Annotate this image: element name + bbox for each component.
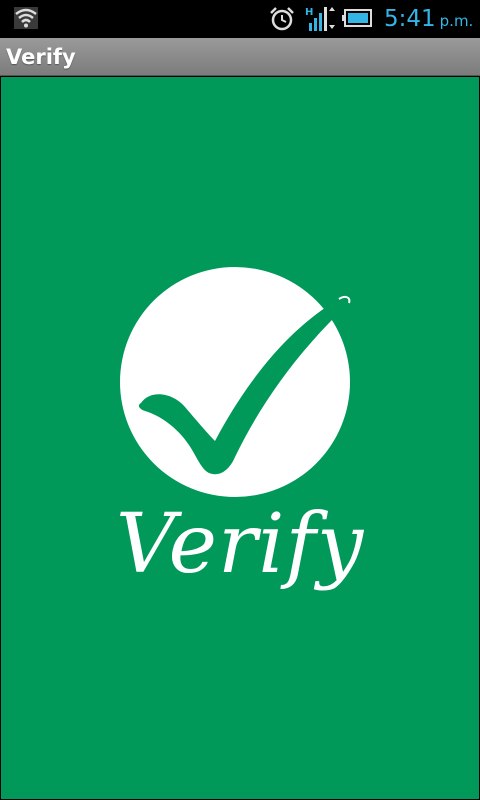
- checkmark-circle-icon: [120, 267, 351, 497]
- alarm-icon: [270, 7, 294, 31]
- signal-icon: H: [305, 7, 335, 31]
- clock-time-value: 5:41: [384, 6, 436, 32]
- clock-ampm: p.m.: [439, 12, 474, 30]
- action-bar: Verify: [0, 38, 480, 76]
- battery-icon: [342, 9, 372, 27]
- splash-background: Verify: [1, 77, 479, 799]
- svg-text:H: H: [305, 7, 313, 18]
- status-bar: H 5:41 p.m.: [0, 0, 480, 38]
- clock-time: 5:41 p.m.: [384, 4, 473, 36]
- wifi-icon: [14, 7, 38, 29]
- app-title: Verify: [6, 45, 76, 69]
- wordmark: Verify: [115, 497, 365, 592]
- splash-screen: Verify: [0, 76, 480, 800]
